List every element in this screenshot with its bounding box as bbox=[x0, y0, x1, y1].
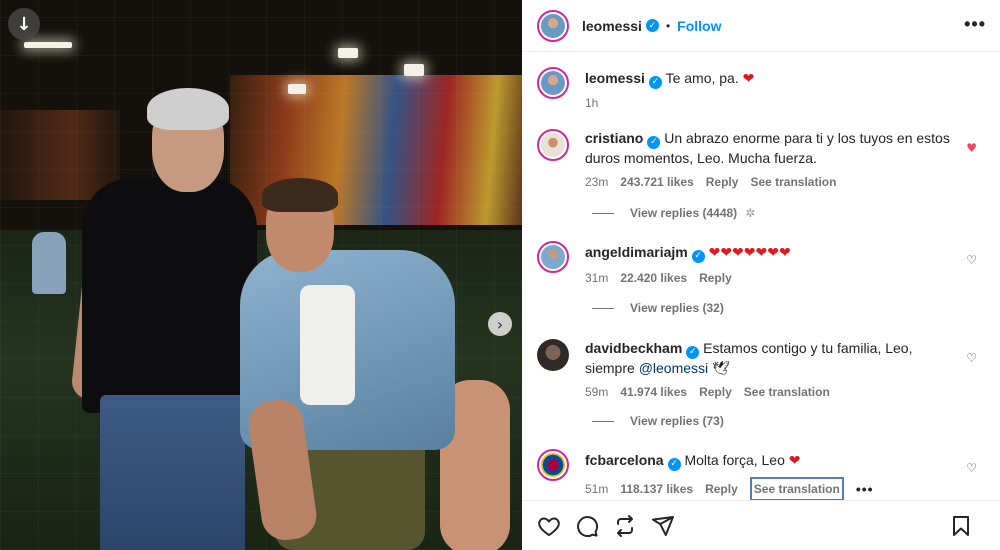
verified-icon: ✓ bbox=[667, 457, 681, 471]
like-count[interactable]: 243.721 likes bbox=[620, 173, 693, 191]
see-translation-button[interactable]: See translation bbox=[749, 476, 844, 500]
view-replies-label: View replies (32) bbox=[630, 301, 724, 315]
like-count[interactable]: 41.974 likes bbox=[620, 383, 687, 401]
ceiling-light bbox=[24, 42, 72, 48]
verified-icon: ✓ bbox=[686, 345, 700, 359]
see-translation-button[interactable]: See translation bbox=[744, 383, 830, 401]
like-count[interactable]: 118.137 likes bbox=[620, 480, 693, 498]
comment-text: Molta força, Leo bbox=[684, 452, 785, 468]
like-icon[interactable] bbox=[536, 513, 562, 539]
view-replies-button[interactable]: View replies (73) bbox=[592, 414, 724, 428]
separator-dot: • bbox=[665, 18, 671, 33]
comment-username[interactable]: leomessi bbox=[585, 70, 645, 86]
verified-icon: ✓ bbox=[691, 249, 705, 263]
hearts-emoji: ❤❤❤❤❤❤❤ bbox=[708, 245, 791, 261]
verified-icon: ✓ bbox=[648, 75, 662, 89]
ceiling-light bbox=[338, 48, 358, 58]
save-icon[interactable] bbox=[948, 513, 974, 539]
caption-text: Te amo, pa. bbox=[665, 70, 739, 86]
view-replies-label: View replies (4448) bbox=[630, 206, 738, 220]
comment-username[interactable]: fcbarcelona bbox=[585, 452, 664, 468]
comments-list[interactable]: leomessi ✓ Te amo, pa. ❤ 1h cristiano ✓ Un… bbox=[522, 53, 1000, 500]
avatar[interactable] bbox=[537, 67, 569, 99]
comment-username[interactable]: davidbeckham bbox=[585, 340, 682, 356]
more-options-icon[interactable]: ••• bbox=[964, 14, 986, 35]
like-count[interactable]: 22.420 likes bbox=[620, 269, 687, 287]
replies-line bbox=[592, 212, 614, 214]
view-replies-button[interactable]: View replies (32) bbox=[592, 301, 724, 315]
send-icon[interactable] bbox=[650, 513, 676, 539]
avatar[interactable] bbox=[537, 449, 569, 481]
heart-emoji: ❤ bbox=[742, 71, 755, 87]
next-photo-button[interactable]: › bbox=[488, 312, 512, 336]
avatar[interactable] bbox=[537, 339, 569, 371]
follow-button[interactable]: Follow bbox=[677, 18, 721, 34]
background-person bbox=[32, 232, 66, 294]
reply-button[interactable]: Reply bbox=[705, 480, 738, 498]
loading-spinner-icon: ✲ bbox=[745, 206, 756, 220]
ceiling-light bbox=[404, 64, 424, 76]
comment-time[interactable]: 31m bbox=[585, 269, 608, 287]
heart-emoji: ❤ bbox=[788, 453, 801, 469]
like-comment-icon[interactable]: ♥ bbox=[966, 141, 977, 155]
post-header: leomessi ✓ • Follow ••• bbox=[522, 0, 1000, 52]
author-username[interactable]: leomessi bbox=[582, 18, 642, 34]
comment-time[interactable]: 51m bbox=[585, 480, 608, 498]
share-icon[interactable] bbox=[612, 513, 638, 539]
replies-line bbox=[592, 420, 614, 422]
like-comment-icon[interactable]: ♡ bbox=[966, 461, 977, 475]
see-translation-button[interactable]: See translation bbox=[750, 173, 836, 191]
comment-time[interactable]: 23m bbox=[585, 173, 608, 191]
post-photo[interactable]: ↓ › bbox=[0, 0, 522, 550]
post-panel: leomessi ✓ • Follow ••• leomessi ✓ Te amo… bbox=[522, 0, 1000, 550]
mention-link[interactable]: @leomessi bbox=[639, 360, 708, 376]
view-replies-button[interactable]: View replies (4448) ✲ bbox=[592, 206, 755, 220]
view-replies-label: View replies (73) bbox=[630, 414, 724, 428]
chevron-right-icon: › bbox=[496, 314, 504, 334]
comment-time[interactable]: 59m bbox=[585, 383, 608, 401]
avatar[interactable] bbox=[537, 241, 569, 273]
avatar[interactable] bbox=[537, 9, 569, 42]
comment-username[interactable]: cristiano bbox=[585, 130, 643, 146]
comment-options-icon[interactable]: ••• bbox=[856, 480, 874, 498]
like-comment-icon[interactable]: ♡ bbox=[966, 351, 977, 365]
replies-line bbox=[592, 307, 614, 309]
like-comment-icon[interactable]: ♡ bbox=[966, 253, 977, 267]
caption-time[interactable]: 1h bbox=[585, 94, 598, 112]
reply-button[interactable]: Reply bbox=[706, 173, 739, 191]
action-bar bbox=[522, 500, 1000, 550]
comment-icon[interactable] bbox=[574, 513, 600, 539]
reply-button[interactable]: Reply bbox=[699, 383, 732, 401]
download-icon[interactable]: ↓ bbox=[8, 8, 40, 40]
comment-username[interactable]: angeldimariajm bbox=[585, 244, 688, 260]
ceiling-light bbox=[288, 84, 306, 94]
verified-icon: ✓ bbox=[647, 135, 661, 149]
verified-icon: ✓ bbox=[645, 19, 659, 32]
dove-emoji: 🕊 bbox=[712, 359, 730, 376]
avatar[interactable] bbox=[537, 129, 569, 161]
reply-button[interactable]: Reply bbox=[699, 269, 732, 287]
